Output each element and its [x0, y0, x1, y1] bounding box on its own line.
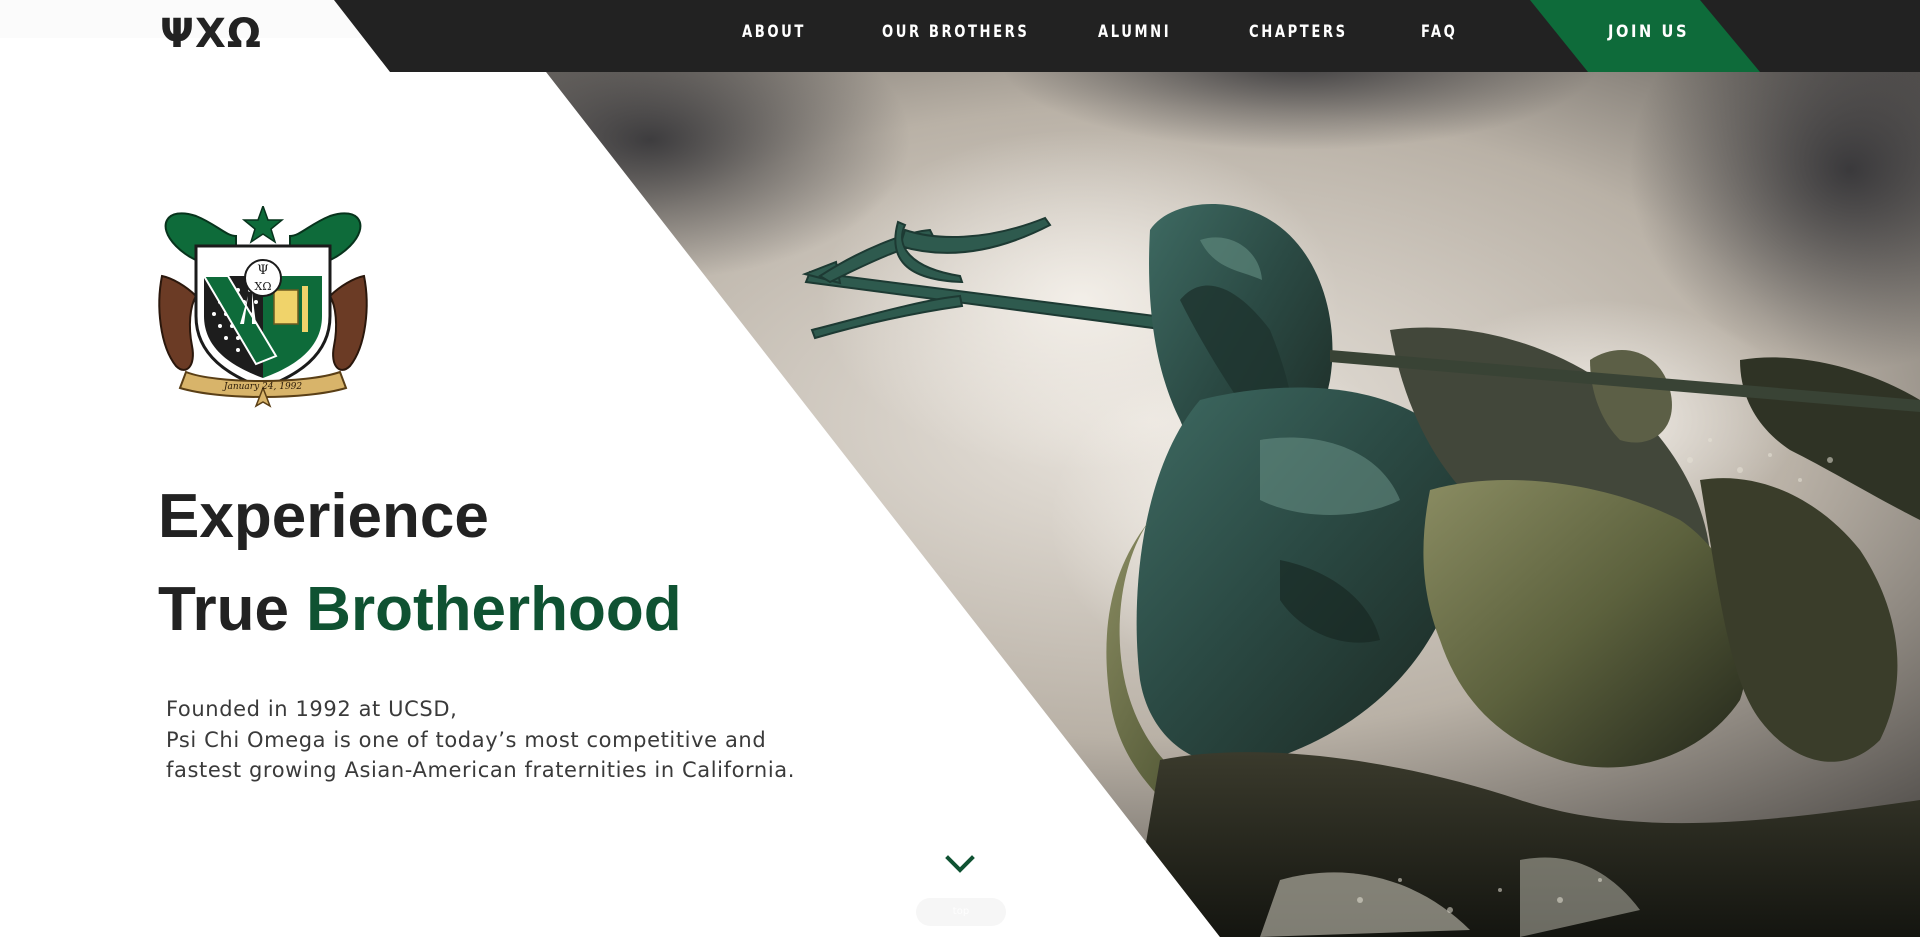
join-us-label: JOIN US: [1608, 22, 1690, 42]
headline-accent-word: Brotherhood: [306, 575, 682, 644]
nav-item-faq[interactable]: FAQ: [1421, 22, 1457, 42]
hero-intro-text: Founded in 1992 at UCSD, Psi Chi Omega i…: [166, 694, 795, 786]
hero-headline: Experience True Brotherhood: [158, 470, 682, 656]
intro-line-2: Psi Chi Omega is one of today’s most com…: [166, 727, 767, 752]
headline-line-1: Experience: [158, 482, 489, 551]
brand-logo[interactable]: ΨΧΩ: [160, 14, 262, 54]
nav-item-chapters[interactable]: CHAPTERS: [1249, 22, 1348, 42]
crest-letters-bottom: ΧΩ: [255, 280, 272, 293]
page: ΨΧΩ ABOUT OUR BROTHERS ALUMNI CHAPTERS F…: [0, 0, 1920, 937]
intro-line-3: fastest growing Asian-American fraternit…: [166, 758, 796, 782]
crest-founding-date: January 24, 1992: [222, 382, 303, 392]
chevron-down-icon[interactable]: [944, 852, 976, 876]
nav-item-about[interactable]: ABOUT: [742, 22, 806, 42]
intro-line-1: Founded in 1992 at UCSD,: [166, 697, 458, 721]
nav-item-alumni[interactable]: ALUMNI: [1098, 22, 1171, 42]
nav-item-our-brothers[interactable]: OUR BROTHERS: [882, 22, 1029, 42]
headline-line-2-prefix: True: [158, 575, 307, 644]
scroll-to-top-pill[interactable]: top: [916, 898, 1006, 926]
crest-letters-top: Ψ: [257, 263, 268, 278]
hero-statue-image: [490, 0, 1920, 937]
fraternity-crest-logo: Ψ ΧΩ January 24, 1992: [158, 206, 368, 408]
